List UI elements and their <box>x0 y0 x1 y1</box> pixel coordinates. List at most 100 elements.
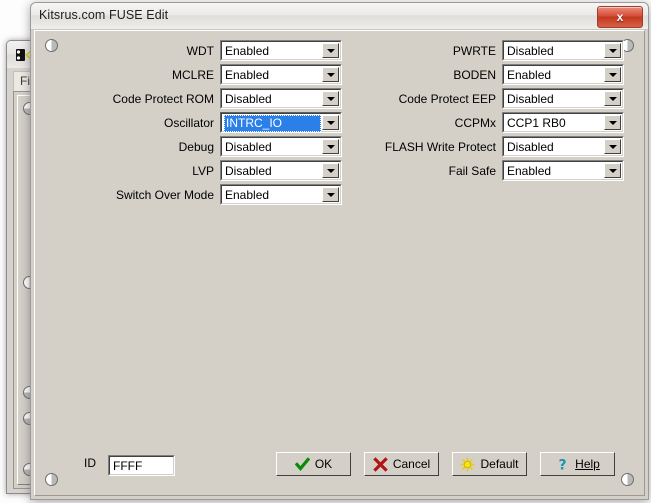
fuse-combo-code-protect-eep[interactable]: Disabled <box>502 88 624 109</box>
id-input[interactable]: FFFF <box>108 455 175 476</box>
fuse-label: PWRTE <box>358 44 496 58</box>
chevron-down-icon[interactable] <box>322 163 339 178</box>
fuse-combo-field: INTRC_IO <box>221 113 341 132</box>
grip-icon[interactable] <box>45 473 58 486</box>
grip-icon[interactable] <box>621 473 634 486</box>
chevron-down-icon[interactable] <box>322 139 339 154</box>
fuse-combo-value: Enabled <box>225 44 320 58</box>
fuse-label: Switch Over Mode <box>76 188 214 202</box>
sun-icon <box>460 457 475 472</box>
fuse-combo-field: Enabled <box>221 41 341 60</box>
fuse-combo-mclre[interactable]: Enabled <box>220 64 342 85</box>
question-icon: ? <box>555 457 570 472</box>
fuse-label: LVP <box>76 164 214 178</box>
id-input-value: FFFF <box>113 459 142 473</box>
fuse-row: Code Protect EEP Disabled <box>358 88 623 111</box>
fuse-combo-wdt[interactable]: Enabled <box>220 40 342 61</box>
fuse-combo-value: Enabled <box>225 68 320 82</box>
dialog-client-area: WDT Enabled MCLRE Enabled Code Protect ROM Di… <box>34 30 645 496</box>
chevron-down-icon[interactable] <box>322 91 339 106</box>
fuse-combo-field: Disabled <box>503 41 623 60</box>
fuse-combo-value: Disabled <box>507 44 602 58</box>
chevron-down-icon[interactable] <box>604 91 621 106</box>
fuse-label: Fail Safe <box>358 164 496 178</box>
fuse-combo-value: Disabled <box>225 140 320 154</box>
fuse-label: Code Protect ROM <box>76 92 214 106</box>
fuse-combo-pwrte[interactable]: Disabled <box>502 40 624 61</box>
fuse-combo-debug[interactable]: Disabled <box>220 136 342 157</box>
fuse-combo-flash-write-protect[interactable]: Disabled <box>502 136 624 157</box>
chevron-down-icon[interactable] <box>604 43 621 58</box>
fuse-combo-value: Disabled <box>225 92 320 106</box>
chevron-down-icon[interactable] <box>604 67 621 82</box>
dialog-titlebar[interactable]: Kitsrus.com FUSE Edit x <box>31 3 648 30</box>
close-button[interactable]: x <box>597 6 643 28</box>
screen: Fil Kitsrus.com FUSE Edit x <box>0 0 651 503</box>
fuse-combo-field: Disabled <box>221 137 341 156</box>
grip-icon[interactable] <box>45 39 58 52</box>
ok-button-label: OK <box>315 458 332 470</box>
fuse-combo-field: Enabled <box>221 65 341 84</box>
chevron-down-icon[interactable] <box>604 163 621 178</box>
fuse-combo-value: Enabled <box>225 188 320 202</box>
fuse-combo-field: Disabled <box>221 89 341 108</box>
fuse-label: Debug <box>76 140 214 154</box>
fuse-row: Code Protect ROM Disabled <box>76 88 341 111</box>
fuse-combo-switch-over-mode[interactable]: Enabled <box>220 184 342 205</box>
fuse-combo-field: CCP1 RB0 <box>503 113 623 132</box>
fuse-combo-lvp[interactable]: Disabled <box>220 160 342 181</box>
id-input-inner: FFFF <box>109 456 174 475</box>
fuse-label: WDT <box>76 44 214 58</box>
fuse-row: Switch Over Mode Enabled <box>76 184 341 207</box>
help-button[interactable]: ? Help <box>540 452 615 476</box>
fuse-row: MCLRE Enabled <box>76 64 341 87</box>
id-label: ID <box>84 456 96 470</box>
cancel-button-label: Cancel <box>393 458 430 470</box>
fuse-label: MCLRE <box>76 68 214 82</box>
fuse-row: CCPMx CCP1 RB0 <box>358 112 623 135</box>
svg-text:?: ? <box>559 457 567 472</box>
fuse-combo-value: Disabled <box>507 92 602 106</box>
check-icon <box>295 457 310 472</box>
fuse-combo-code-protect-rom[interactable]: Disabled <box>220 88 342 109</box>
default-button[interactable]: Default <box>452 452 527 476</box>
chevron-down-icon[interactable] <box>322 67 339 82</box>
cross-icon <box>373 457 388 472</box>
close-icon: x <box>598 7 642 27</box>
fuse-row: Fail Safe Enabled <box>358 160 623 183</box>
fuse-row: LVP Disabled <box>76 160 341 183</box>
cancel-button[interactable]: Cancel <box>364 452 439 476</box>
fuse-combo-field: Disabled <box>503 89 623 108</box>
fuse-combo-ccpmx[interactable]: CCP1 RB0 <box>502 112 624 133</box>
fuse-row: PWRTE Disabled <box>358 40 623 63</box>
fuse-combo-oscillator[interactable]: INTRC_IO <box>220 112 342 133</box>
fuse-label: BODEN <box>358 68 496 82</box>
fuse-combo-value: Enabled <box>507 164 602 178</box>
chevron-down-icon[interactable] <box>322 43 339 58</box>
fuse-combo-field: Enabled <box>503 161 623 180</box>
help-button-label: Help <box>575 458 600 470</box>
fuse-combo-value: Disabled <box>225 164 320 178</box>
dialog-client-inner: WDT Enabled MCLRE Enabled Code Protect ROM Di… <box>35 31 644 495</box>
chevron-down-icon[interactable] <box>604 115 621 130</box>
fuse-combo-boden[interactable]: Enabled <box>502 64 624 85</box>
fuse-left-column: WDT Enabled MCLRE Enabled Code Protect ROM Di… <box>76 40 341 208</box>
fuse-combo-fail-safe[interactable]: Enabled <box>502 160 624 181</box>
fuse-combo-value: CCP1 RB0 <box>507 116 602 130</box>
fuse-label: FLASH Write Protect <box>358 140 496 154</box>
fuse-label: Oscillator <box>76 116 214 130</box>
ok-button[interactable]: OK <box>276 452 351 476</box>
fuse-edit-dialog: Kitsrus.com FUSE Edit x WDT Enabled MCLRE E… <box>30 2 649 500</box>
fuse-combo-field: Disabled <box>221 161 341 180</box>
fuse-combo-value: INTRC_IO <box>224 115 321 132</box>
fuse-label: Code Protect EEP <box>358 92 496 106</box>
fuse-combo-value: Disabled <box>507 140 602 154</box>
fuse-combo-field: Disabled <box>503 137 623 156</box>
chevron-down-icon[interactable] <box>604 139 621 154</box>
chevron-down-icon[interactable] <box>322 115 339 130</box>
chevron-down-icon[interactable] <box>322 187 339 202</box>
fuse-right-column: PWRTE Disabled BODEN Enabled Code Protect EE… <box>358 40 623 184</box>
fuse-label: CCPMx <box>358 116 496 130</box>
fuse-combo-field: Enabled <box>503 65 623 84</box>
fuse-row: WDT Enabled <box>76 40 341 63</box>
